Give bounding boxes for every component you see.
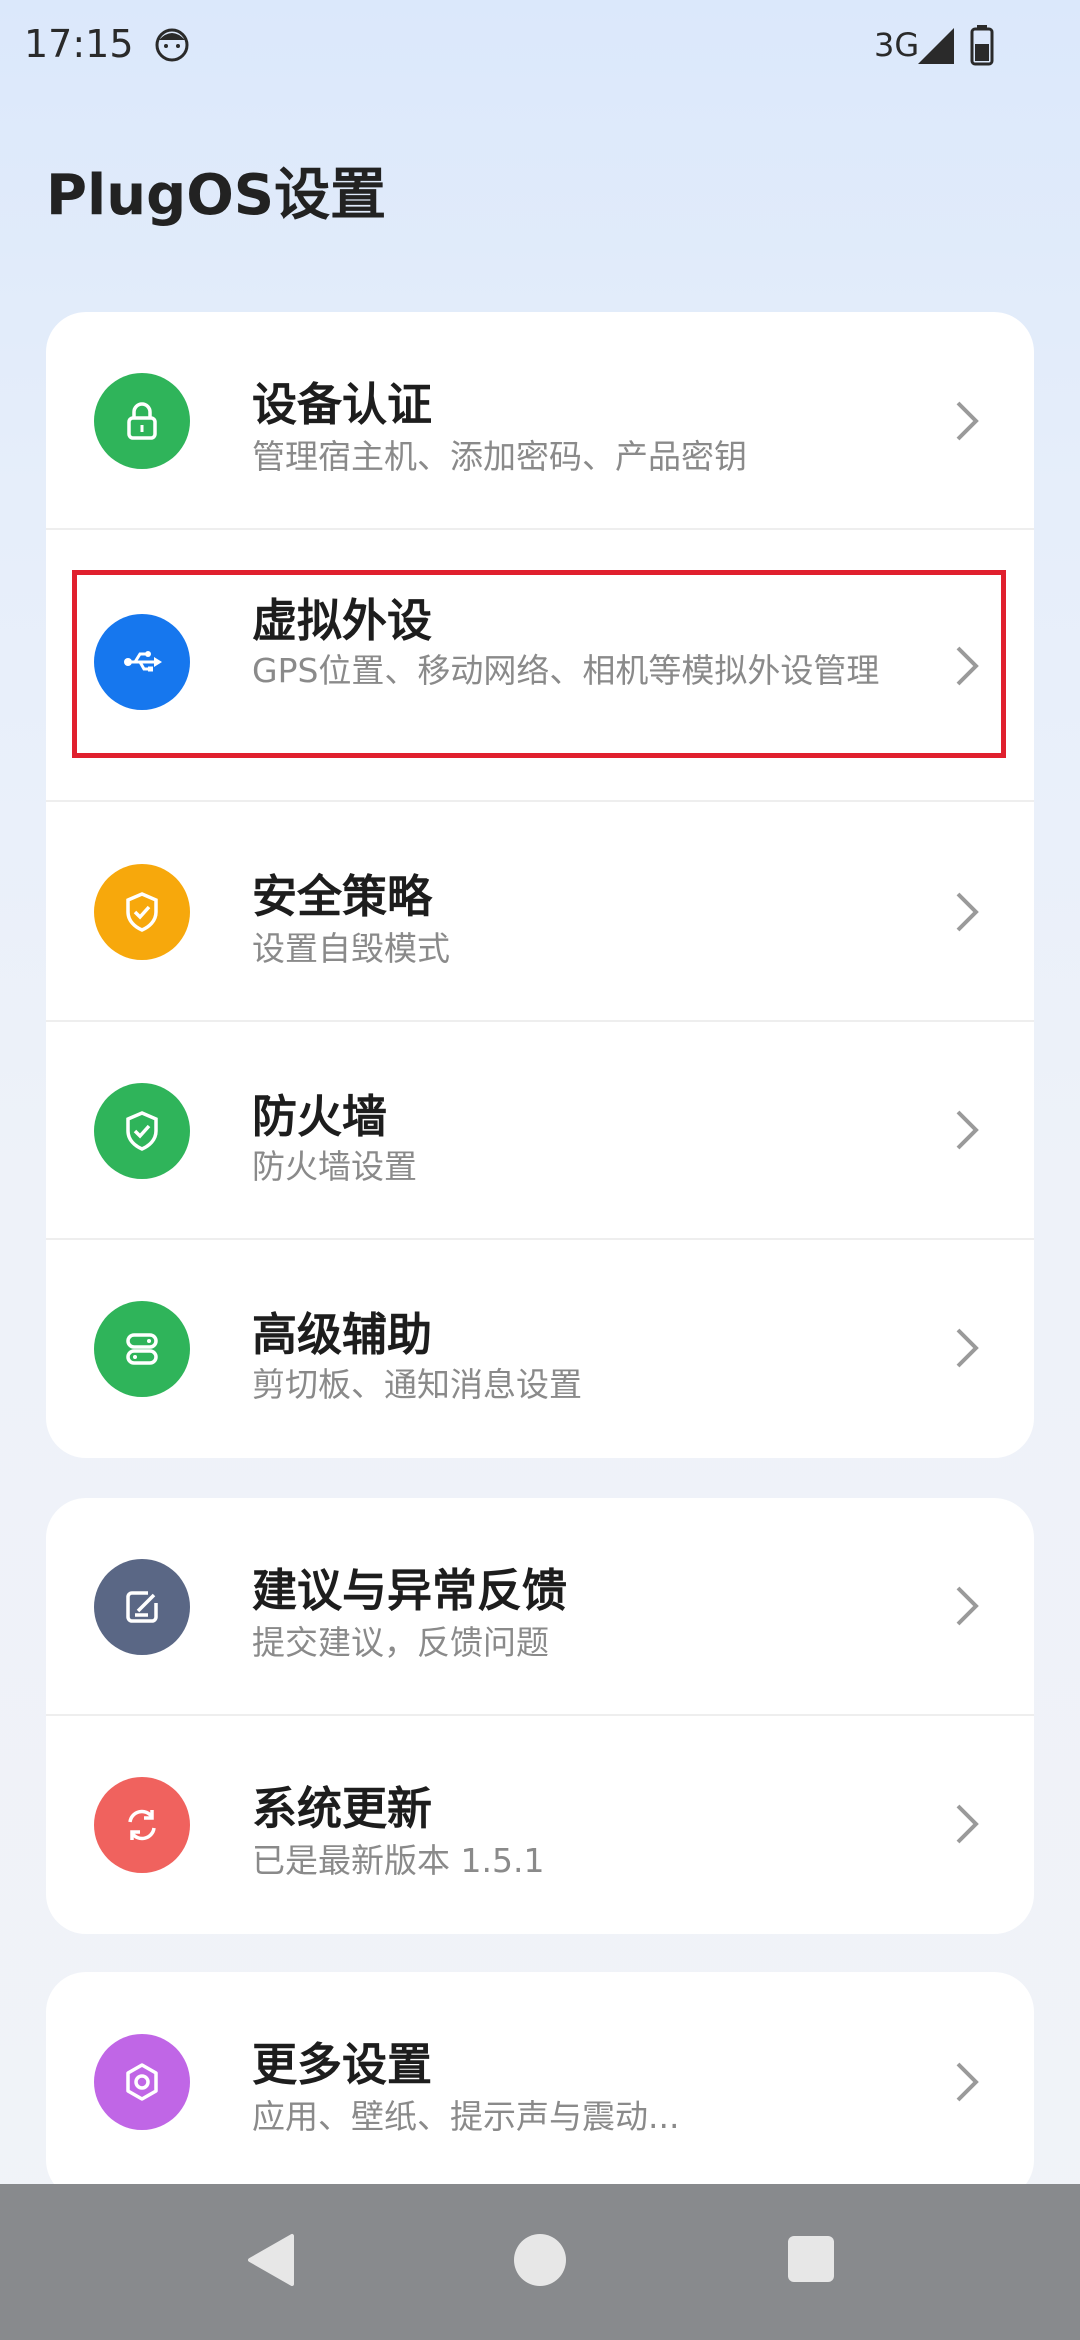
setting-item-subtitle: 提交建议，反馈问题 — [252, 1623, 549, 1662]
recent-apps-button[interactable] — [788, 2236, 834, 2282]
chevron-right-icon — [956, 892, 979, 932]
lock-icon — [94, 373, 190, 469]
setting-item-subtitle: 防火墙设置 — [252, 1147, 417, 1186]
battery-icon — [970, 25, 994, 66]
chevron-right-icon — [956, 401, 979, 441]
signal-icon — [918, 28, 954, 64]
setting-item-subtitle: 已是最新版本 1.5.1 — [252, 1841, 545, 1880]
edit-icon — [94, 1559, 190, 1655]
setting-item-title: 防火墙 — [252, 1090, 388, 1143]
back-icon[interactable] — [246, 2232, 296, 2288]
navigation-bar — [0, 2184, 1080, 2340]
setting-item-feedback[interactable]: 建议与异常反馈 提交建议，反馈问题 — [46, 1498, 1034, 1716]
shield-icon — [94, 864, 190, 960]
setting-item-title: 更多设置 — [252, 2038, 433, 2091]
chevron-right-icon — [956, 2062, 979, 2102]
setting-item-system-update[interactable]: 系统更新 已是最新版本 1.5.1 — [46, 1716, 1034, 1934]
setting-item-title: 安全策略 — [252, 870, 433, 923]
setting-item-title: 设备认证 — [252, 378, 433, 431]
settings-card-main: 设备认证 管理宿主机、添加密码、产品密钥 虚拟外设 GPS位置、移动网络、相机等… — [46, 312, 1034, 1458]
setting-item-subtitle: 剪切板、通知消息设置 — [252, 1365, 582, 1404]
setting-item-firewall[interactable]: 防火墙 防火墙设置 — [46, 1022, 1034, 1240]
network-type: 3G — [874, 26, 920, 64]
home-button[interactable] — [514, 2234, 566, 2286]
status-time: 17:15 — [24, 22, 134, 66]
page-title: PlugOS设置 — [46, 163, 387, 228]
setting-item-subtitle: 设置自毁模式 — [252, 929, 450, 968]
face-icon — [155, 28, 189, 62]
shield-check-icon — [94, 1083, 190, 1179]
settings-card-support: 建议与异常反馈 提交建议，反馈问题 系统更新 已是最新版本 1.5.1 — [46, 1498, 1034, 1934]
toggle-icon — [94, 1301, 190, 1397]
chevron-right-icon — [956, 1586, 979, 1626]
gear-icon — [94, 2034, 190, 2130]
status-bar: 17:15 3G — [0, 0, 1080, 100]
setting-item-title: 建议与异常反馈 — [252, 1564, 568, 1617]
setting-item-more-settings[interactable]: 更多设置 应用、壁纸、提示声与震动... — [46, 1972, 1034, 2200]
setting-item-security-policy[interactable]: 安全策略 设置自毁模式 — [46, 802, 1034, 1022]
chevron-right-icon — [956, 1110, 979, 1150]
setting-item-title: 高级辅助 — [252, 1308, 433, 1361]
setting-item-subtitle: 管理宿主机、添加密码、产品密钥 — [252, 437, 747, 476]
chevron-right-icon — [956, 1328, 979, 1368]
setting-item-advanced-assist[interactable]: 高级辅助 剪切板、通知消息设置 — [46, 1240, 1034, 1458]
settings-card-more: 更多设置 应用、壁纸、提示声与震动... — [46, 1972, 1034, 2200]
setting-item-subtitle: 应用、壁纸、提示声与震动... — [252, 2097, 680, 2136]
setting-item-device-auth[interactable]: 设备认证 管理宿主机、添加密码、产品密钥 — [46, 312, 1034, 530]
setting-item-title: 系统更新 — [252, 1782, 433, 1835]
chevron-right-icon — [956, 1804, 979, 1844]
refresh-icon — [94, 1777, 190, 1873]
highlight-box — [72, 570, 1006, 758]
